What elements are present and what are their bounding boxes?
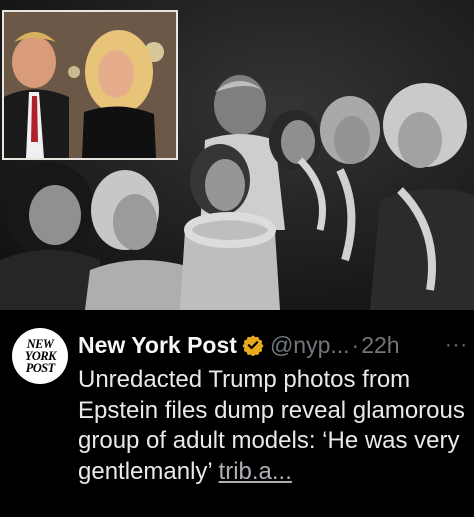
handle[interactable]: @nyp...	[270, 332, 350, 359]
tweet-link[interactable]: trib.a...	[219, 458, 292, 485]
new-york-post-avatar[interactable]: New York Post	[12, 328, 68, 384]
tweet-card[interactable]: New York Post New York Post @nyp... · 22…	[0, 310, 474, 517]
couple-photo-image	[4, 12, 176, 158]
more-options-icon[interactable]: ···	[445, 334, 468, 357]
timestamp[interactable]: 22h	[361, 332, 399, 359]
tweet-header: New York Post @nyp... · 22h ···	[78, 328, 468, 362]
avatar-line-3: Post	[25, 360, 55, 375]
gold-verified-badge-icon[interactable]	[242, 334, 264, 356]
separator: ·	[351, 331, 360, 358]
inset-photo	[2, 10, 178, 160]
tweet-photo[interactable]	[0, 0, 474, 310]
tweet-text: Unredacted Trump photos from Epstein fil…	[78, 365, 470, 487]
display-name[interactable]: New York Post	[78, 332, 237, 359]
